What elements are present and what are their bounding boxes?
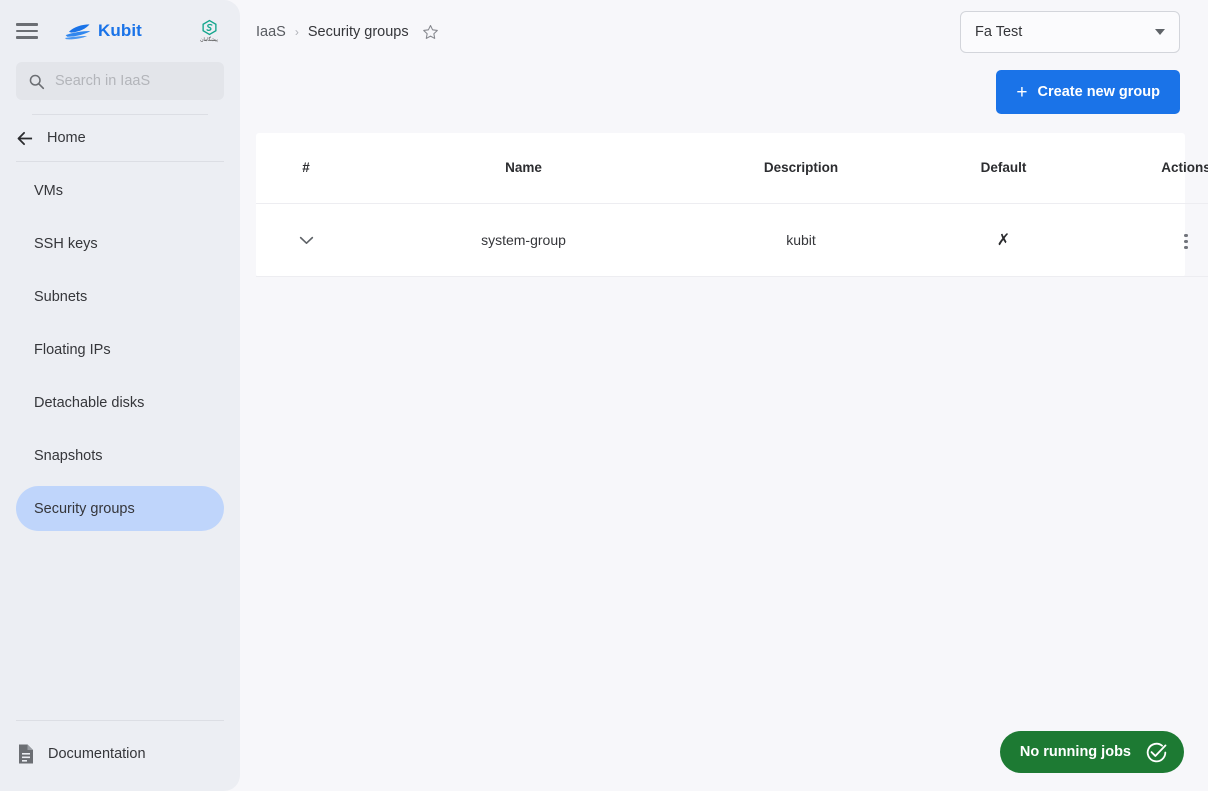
- sidebar-item-documentation[interactable]: Documentation: [0, 733, 240, 775]
- breadcrumb-current: Security groups: [307, 24, 409, 40]
- star-outline-icon[interactable]: [422, 24, 439, 41]
- arrow-left-icon: [17, 131, 33, 145]
- sidebar-item-snapshots[interactable]: Snapshots: [16, 433, 224, 478]
- sidebar-footer: Documentation: [0, 720, 240, 791]
- column-header-name: Name: [356, 133, 691, 204]
- breadcrumb-root[interactable]: IaaS: [256, 24, 286, 40]
- plus-icon: +: [1016, 81, 1028, 103]
- main-content: IaaS › Security groups Fa Test + Create …: [240, 0, 1208, 791]
- sidebar-item-ssh-keys-label: SSH keys: [34, 235, 98, 252]
- sidebar-divider-bottom: [16, 720, 224, 721]
- check-circle-icon: [1146, 742, 1167, 762]
- search-container: Search in IaaS: [0, 62, 240, 115]
- search-input[interactable]: Search in IaaS: [16, 62, 224, 100]
- search-icon: [29, 74, 45, 89]
- chevron-down-icon: [1155, 29, 1165, 35]
- action-bar: + Create new group: [240, 64, 1208, 114]
- brand-name: Kubit: [98, 21, 142, 40]
- partner-logo-text: پیشگامان: [200, 36, 218, 43]
- sidebar-item-vms-label: VMs: [34, 182, 63, 199]
- sidebar-item-home-label: Home: [47, 130, 86, 146]
- column-header-description: Description: [691, 133, 911, 204]
- document-icon: [19, 744, 33, 764]
- hamburger-icon[interactable]: [14, 18, 40, 44]
- project-select-value: Fa Test: [975, 24, 1023, 40]
- cell-default: ✗: [911, 203, 1096, 277]
- column-header-index: #: [256, 133, 356, 204]
- sidebar-header: Kubit پیشگامان: [0, 0, 240, 62]
- secondary-partner-logo[interactable]: پیشگامان: [192, 19, 226, 43]
- cell-description: kubit: [691, 203, 911, 277]
- default-false-icon: ✗: [996, 230, 1011, 249]
- row-expand-button[interactable]: [256, 203, 356, 277]
- running-jobs-label: No running jobs: [1019, 744, 1131, 760]
- sidebar-item-subnets[interactable]: Subnets: [16, 274, 224, 319]
- sidebar-item-subnets-label: Subnets: [34, 288, 88, 305]
- sidebar-item-detachable-disks[interactable]: Detachable disks: [16, 380, 224, 425]
- sidebar-nav: VMs SSH keys Subnets Floating IPs Detach…: [0, 162, 240, 539]
- sidebar-item-detachable-disks-label: Detachable disks: [34, 394, 145, 411]
- sidebar-item-home[interactable]: Home: [0, 115, 240, 161]
- sidebar-item-vms[interactable]: VMs: [16, 168, 224, 213]
- sidebar-item-snapshots-label: Snapshots: [34, 447, 103, 464]
- security-groups-table: # Name Description Default Actions syste…: [256, 133, 1208, 277]
- running-jobs-status-badge[interactable]: No running jobs: [999, 731, 1184, 773]
- sidebar-item-floating-ips[interactable]: Floating IPs: [16, 327, 224, 372]
- sidebar-item-security-groups-label: Security groups: [34, 500, 135, 517]
- app-root: Kubit پیشگامان Search in IaaS Home VMs S…: [0, 0, 1208, 791]
- table-row: system-group kubit ✗: [256, 203, 1208, 277]
- sidebar: Kubit پیشگامان Search in IaaS Home VMs S…: [0, 0, 240, 791]
- sidebar-item-ssh-keys[interactable]: SSH keys: [16, 221, 224, 266]
- sidebar-item-floating-ips-label: Floating IPs: [34, 341, 111, 358]
- breadcrumb: IaaS › Security groups: [256, 24, 439, 41]
- breadcrumb-separator: ›: [294, 25, 299, 39]
- sidebar-item-documentation-label: Documentation: [48, 746, 146, 762]
- create-new-group-button[interactable]: + Create new group: [996, 70, 1180, 114]
- search-placeholder: Search in IaaS: [55, 73, 151, 89]
- brand-logo[interactable]: Kubit: [64, 21, 142, 41]
- table-header-row: # Name Description Default Actions: [256, 133, 1208, 204]
- sidebar-item-security-groups[interactable]: Security groups: [16, 486, 224, 531]
- kebab-menu-icon[interactable]: [1174, 228, 1197, 256]
- project-select[interactable]: Fa Test: [960, 11, 1180, 53]
- column-header-default: Default: [911, 133, 1096, 204]
- boat-logo-icon: [64, 24, 91, 40]
- top-bar: IaaS › Security groups Fa Test: [240, 0, 1208, 64]
- cell-name: system-group: [356, 203, 691, 277]
- row-actions-cell: [1096, 203, 1208, 277]
- chevron-down-icon: [299, 236, 313, 244]
- partner-mark-icon: [201, 19, 217, 36]
- column-header-actions: Actions: [1096, 133, 1208, 204]
- create-new-group-label: Create new group: [1037, 84, 1160, 100]
